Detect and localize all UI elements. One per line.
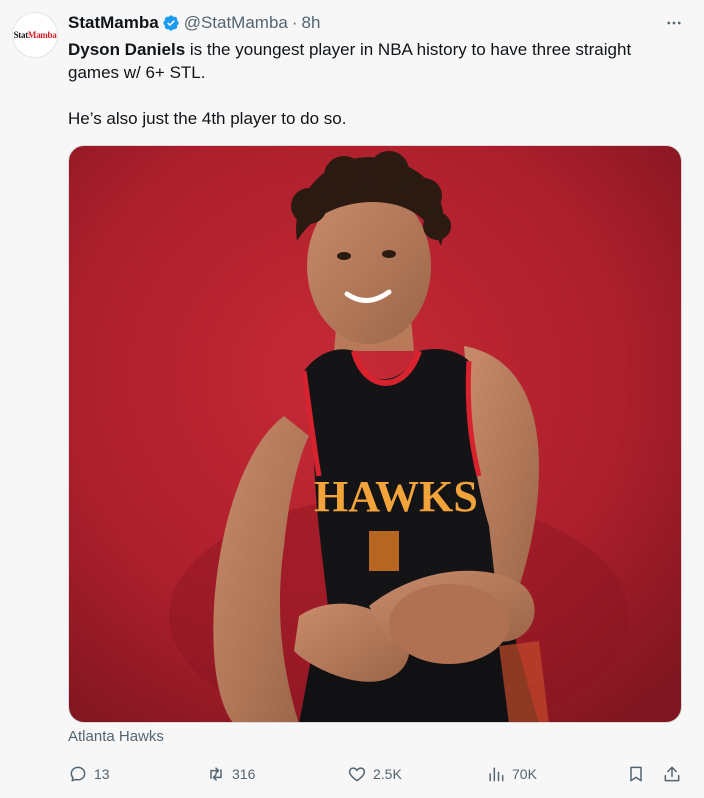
- media-caption: Atlanta Hawks: [68, 728, 164, 745]
- tweet-time[interactable]: 8h: [302, 13, 321, 33]
- more-options-button[interactable]: [662, 12, 686, 34]
- retweet-count: 316: [232, 766, 256, 782]
- separator-dot: ·: [291, 13, 298, 32]
- jersey-text: HAWKS: [314, 472, 478, 521]
- player-photo: HAWKS: [69, 146, 681, 722]
- tweet-text: Dyson Daniels is the youngest player in …: [68, 38, 686, 130]
- tweet-text-paragraph-1: Dyson Daniels is the youngest player in …: [68, 38, 686, 84]
- statmamba-logo: StatMamba: [13, 30, 57, 40]
- tweet-media-image[interactable]: HAWKS: [68, 145, 682, 723]
- share-button[interactable]: [662, 762, 682, 786]
- reply-icon: [70, 766, 86, 782]
- avatar[interactable]: StatMamba: [12, 12, 58, 58]
- bookmark-button[interactable]: [626, 762, 646, 786]
- bookmark-icon: [630, 766, 642, 782]
- views-button[interactable]: 70K: [486, 762, 537, 786]
- tweet-header: StatMamba @StatMamba · 8h: [68, 12, 692, 34]
- like-count: 2.5K: [373, 766, 402, 782]
- tweet-text-paragraph-2: He’s also just the 4th player to do so.: [68, 109, 347, 128]
- views-count: 70K: [512, 766, 537, 782]
- tweet-actions: 13 316 2.5K 70K: [68, 762, 688, 786]
- like-button[interactable]: 2.5K: [347, 762, 402, 786]
- more-horizontal-icon: [667, 21, 681, 25]
- share-icon: [664, 766, 680, 782]
- analytics-icon: [489, 767, 504, 782]
- heart-icon: [348, 767, 366, 782]
- reply-button[interactable]: 13: [68, 762, 110, 786]
- verified-badge-icon: [163, 15, 179, 31]
- user-handle[interactable]: @StatMamba: [184, 13, 288, 33]
- display-name[interactable]: StatMamba: [68, 13, 159, 33]
- reply-count: 13: [94, 766, 110, 782]
- retweet-icon: [210, 767, 222, 781]
- retweet-button[interactable]: 316: [206, 762, 255, 786]
- tweet-text-bold: Dyson Daniels: [68, 40, 186, 59]
